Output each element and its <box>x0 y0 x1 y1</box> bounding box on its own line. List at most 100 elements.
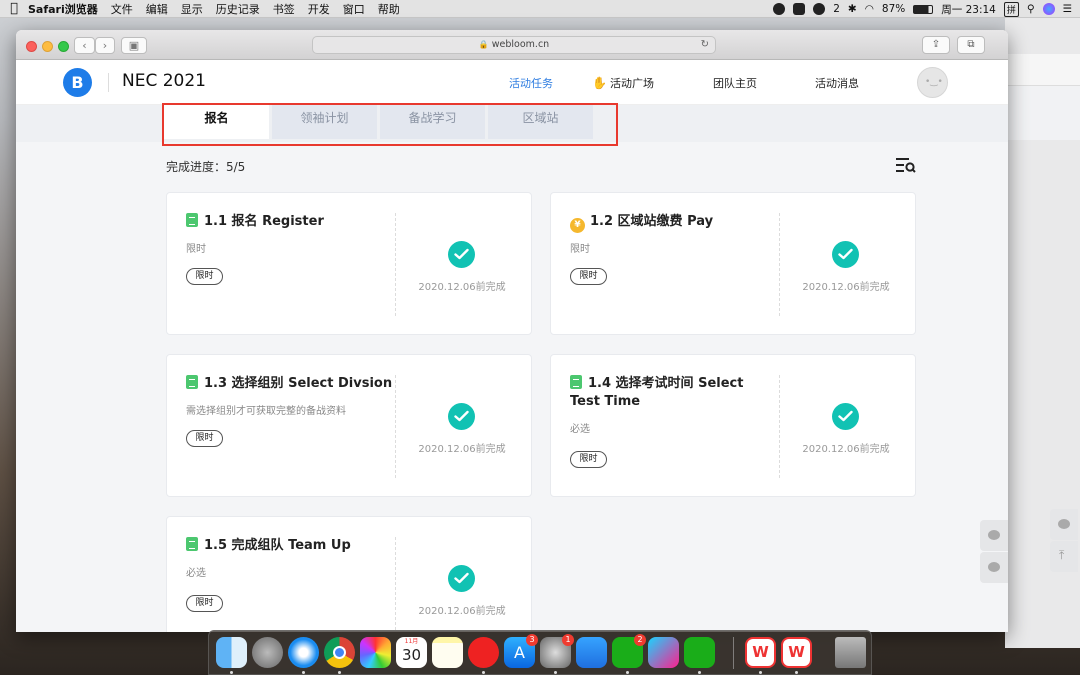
task-description: 需选择组别才可获取完整的备战资料 <box>186 406 346 417</box>
menu-view[interactable]: 显示 <box>181 1 203 17</box>
task-title-text: 1.5 完成组队 Team Up <box>204 538 351 553</box>
close-window-button[interactable] <box>26 41 37 52</box>
arrow-up-icon: ⤒ <box>1059 548 1065 562</box>
menu-window[interactable]: 窗口 <box>343 1 365 17</box>
task-title: 1.4 选择考试时间 Select Test Time <box>570 375 760 411</box>
task-card-select-division[interactable]: 1.3 选择组别 Select Divsion 需选择组别才可获取完整的备战资料… <box>166 354 532 497</box>
browser-window: ‹ › ▣ 🔒 webloom.cn ↻ ⇪ ⧉ B NEC 2021 活动任务 … <box>16 30 1008 632</box>
nav-team-home[interactable]: 团队主页 <box>713 75 757 91</box>
apple-menu-icon[interactable]:  <box>0 1 28 16</box>
document-icon <box>570 375 582 389</box>
trash-icon[interactable] <box>835 637 866 668</box>
nav-activity-plaza[interactable]: ✋ 活动广场 <box>592 75 654 91</box>
card-divider <box>395 375 396 478</box>
due-date: 2020.12.06前完成 <box>802 282 890 293</box>
vpn-icon[interactable] <box>773 3 786 15</box>
zoom-window-button[interactable] <box>58 41 69 52</box>
system-preferences-badge: 1 <box>562 634 574 646</box>
lark-icon[interactable] <box>576 637 607 668</box>
back-button[interactable]: ‹ <box>74 37 95 54</box>
menu-bookmarks[interactable]: 书签 <box>273 1 295 17</box>
finder-icon[interactable] <box>216 637 247 668</box>
siri-icon[interactable] <box>1042 3 1055 15</box>
wechat-status-icon[interactable] <box>813 3 826 15</box>
notes-icon[interactable] <box>432 637 463 668</box>
chat-button[interactable] <box>980 552 1008 583</box>
photos-icon[interactable] <box>360 637 391 668</box>
running-indicator <box>698 671 701 674</box>
task-title: 1.1 报名 Register <box>186 213 401 231</box>
battery-icon[interactable] <box>913 4 934 14</box>
task-description: 限时 <box>186 244 206 255</box>
calendar-icon[interactable]: 11月 30 <box>396 637 427 668</box>
nav-activity-plaza-label: 活动广场 <box>609 77 654 90</box>
wechat-count: 2 <box>833 3 840 15</box>
user-avatar[interactable]: •‿• <box>917 67 948 98</box>
spotlight-search-icon[interactable]: ⚲ <box>1027 3 1035 15</box>
share-button[interactable]: ⇪ <box>922 36 950 54</box>
running-indicator <box>338 671 341 674</box>
minimize-window-button[interactable] <box>42 41 53 52</box>
menu-develop[interactable]: 开发 <box>308 1 330 17</box>
header-divider <box>108 73 109 92</box>
site-logo[interactable]: B <box>63 68 92 97</box>
back-to-top-button[interactable]: ⤒ <box>1050 541 1078 572</box>
wechat-icon[interactable]: 2 <box>612 634 646 668</box>
bluetooth-icon[interactable]: ✱ <box>848 3 857 15</box>
app-store-icon[interactable]: A3 <box>504 634 538 668</box>
background-page <box>1005 86 1080 140</box>
show-tabs-button[interactable]: ⧉ <box>957 36 985 54</box>
completed-check-icon <box>448 565 475 592</box>
nav-activity-tasks[interactable]: 活动任务 <box>509 75 553 91</box>
chrome-icon[interactable] <box>324 637 355 668</box>
background-chat-button[interactable] <box>1050 509 1078 540</box>
launchpad-icon[interactable] <box>252 637 283 668</box>
task-title: ¥1.2 区域站缴费 Pay <box>570 213 785 233</box>
running-indicator <box>482 671 485 674</box>
highlight-annotation-box <box>162 103 618 146</box>
address-bar[interactable]: 🔒 webloom.cn ↻ <box>312 36 716 54</box>
time-limited-tag: 限时 <box>186 268 223 285</box>
clock[interactable]: 周一 23:14 <box>941 2 996 17</box>
youku-icon[interactable] <box>648 637 679 668</box>
notification-center-icon[interactable]: ☰ <box>1063 3 1072 15</box>
time-limited-tag: 限时 <box>186 430 223 447</box>
sidebar-toggle-button[interactable]: ▣ <box>121 37 147 54</box>
wps-icon[interactable]: W <box>745 637 776 668</box>
menu-app-name[interactable]: Safari浏览器 <box>28 1 98 17</box>
task-card-pay[interactable]: ¥1.2 区域站缴费 Pay 限时 限时 2020.12.06前完成 <box>550 192 916 335</box>
task-card-register[interactable]: 1.1 报名 Register 限时 限时 2020.12.06前完成 <box>166 192 532 335</box>
input-method-indicator[interactable]: 拼 <box>1003 1 1019 17</box>
safari-icon[interactable] <box>288 637 319 668</box>
list-search-icon[interactable] <box>896 157 916 174</box>
project-title: NEC 2021 <box>122 71 206 91</box>
menu-history[interactable]: 历史记录 <box>216 1 260 17</box>
menu-file[interactable]: 文件 <box>111 1 133 17</box>
wechat-badge: 2 <box>634 634 646 646</box>
reload-icon[interactable]: ↻ <box>701 37 709 53</box>
wechat-work-icon[interactable] <box>684 637 715 668</box>
menu-edit[interactable]: 编辑 <box>146 1 168 17</box>
web-page: B NEC 2021 活动任务 ✋ 活动广场 团队主页 活动消息 •‿• 报名 领… <box>16 60 1008 632</box>
browser-toolbar: ‹ › ▣ 🔒 webloom.cn ↻ ⇪ ⧉ <box>16 30 1008 60</box>
running-indicator <box>759 671 762 674</box>
task-card-team-up[interactable]: 1.5 完成组队 Team Up 必选 限时 2020.12.06前完成 <box>166 516 532 632</box>
card-divider <box>779 375 780 478</box>
wps-document-icon[interactable]: W <box>781 637 812 668</box>
system-preferences-icon[interactable]: 1 <box>540 634 574 668</box>
nav-activity-messages[interactable]: 活动消息 <box>815 75 859 91</box>
menu-help[interactable]: 帮助 <box>378 1 400 17</box>
task-card-select-test-time[interactable]: 1.4 选择考试时间 Select Test Time 必选 限时 2020.1… <box>550 354 916 497</box>
chat-bubble-icon <box>1058 519 1070 529</box>
task-title: 1.3 选择组别 Select Divsion <box>186 375 406 393</box>
task-description: 必选 <box>570 424 590 435</box>
notification-bell-button[interactable] <box>980 520 1008 551</box>
forward-button[interactable]: › <box>95 37 115 54</box>
card-divider <box>779 213 780 316</box>
wifi-icon[interactable]: ◠ <box>865 3 874 15</box>
wps-status-icon[interactable] <box>793 3 806 15</box>
document-icon <box>186 537 198 551</box>
dock: 11月 30 A3 1 2 W W <box>208 630 872 675</box>
site-header: B NEC 2021 活动任务 ✋ 活动广场 团队主页 活动消息 •‿• <box>16 60 1008 105</box>
netease-music-icon[interactable] <box>468 637 499 668</box>
